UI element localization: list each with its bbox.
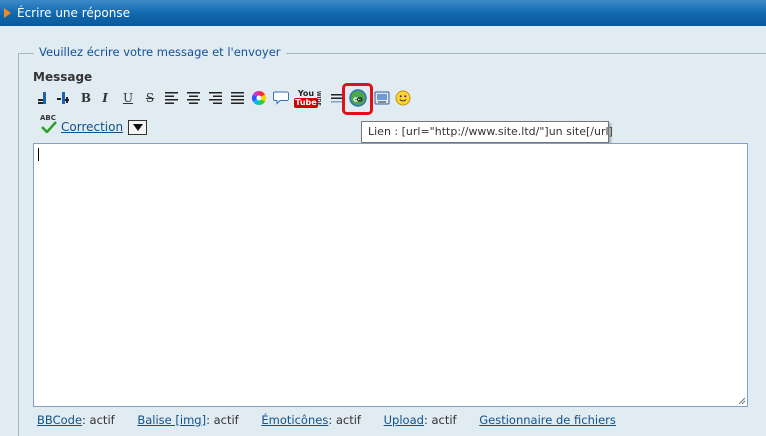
- message-textarea[interactable]: [33, 143, 748, 407]
- indent-icon[interactable]: [53, 88, 71, 108]
- reply-header: Écrire une réponse: [0, 0, 766, 26]
- bbcode-status: : actif: [82, 413, 115, 427]
- header-title: Écrire une réponse: [17, 6, 130, 20]
- strikethrough-button[interactable]: S: [141, 88, 159, 108]
- emoticons-status: : actif: [328, 413, 361, 427]
- header-arrow-icon: [4, 8, 11, 18]
- youtube-wide-text: WIDE: [315, 90, 321, 106]
- upload-status: : actif: [423, 413, 457, 427]
- img-tag-status: : actif: [206, 413, 239, 427]
- italic-button[interactable]: I: [96, 88, 114, 108]
- link-button-highlight: [342, 83, 373, 115]
- spellcheck-dropdown[interactable]: [128, 120, 147, 135]
- color-wheel-icon[interactable]: [250, 88, 268, 108]
- underline-button[interactable]: U: [119, 88, 137, 108]
- link-tooltip: Lien : [url="http://www.site.ltd/"]un si…: [361, 121, 613, 143]
- message-footer: BBCode: actif Balise [img]: actif Émotic…: [37, 413, 635, 427]
- spellcheck-link[interactable]: Correction: [61, 120, 123, 134]
- justify-icon[interactable]: [229, 88, 247, 108]
- spellcheck-icon[interactable]: ABC: [40, 114, 58, 136]
- upload-link[interactable]: Upload: [384, 413, 424, 427]
- youtube-icon[interactable]: You Tube: [294, 88, 318, 110]
- bold-button[interactable]: B: [77, 88, 95, 108]
- align-right-icon[interactable]: [207, 88, 225, 108]
- fieldset-legend: Veuillez écrire votre message et l'envoy…: [34, 45, 286, 59]
- image-icon[interactable]: [373, 88, 391, 108]
- outdent-icon[interactable]: [33, 88, 51, 108]
- chevron-down-icon: [132, 124, 143, 131]
- img-tag-link[interactable]: Balise [img]: [137, 413, 206, 427]
- message-label: Message: [33, 70, 93, 84]
- youtube-you-text: You: [297, 89, 315, 98]
- text-caret: [38, 148, 39, 161]
- emoticons-link[interactable]: Émoticônes: [261, 413, 328, 427]
- bbcode-link[interactable]: BBCode: [37, 413, 82, 427]
- smiley-icon[interactable]: [394, 88, 412, 108]
- align-left-icon[interactable]: [163, 88, 181, 108]
- align-center-icon[interactable]: [185, 88, 203, 108]
- file-manager-link[interactable]: Gestionnaire de fichiers: [479, 413, 616, 427]
- quote-bubble-icon[interactable]: [272, 88, 290, 108]
- resize-grip-icon[interactable]: [736, 395, 746, 405]
